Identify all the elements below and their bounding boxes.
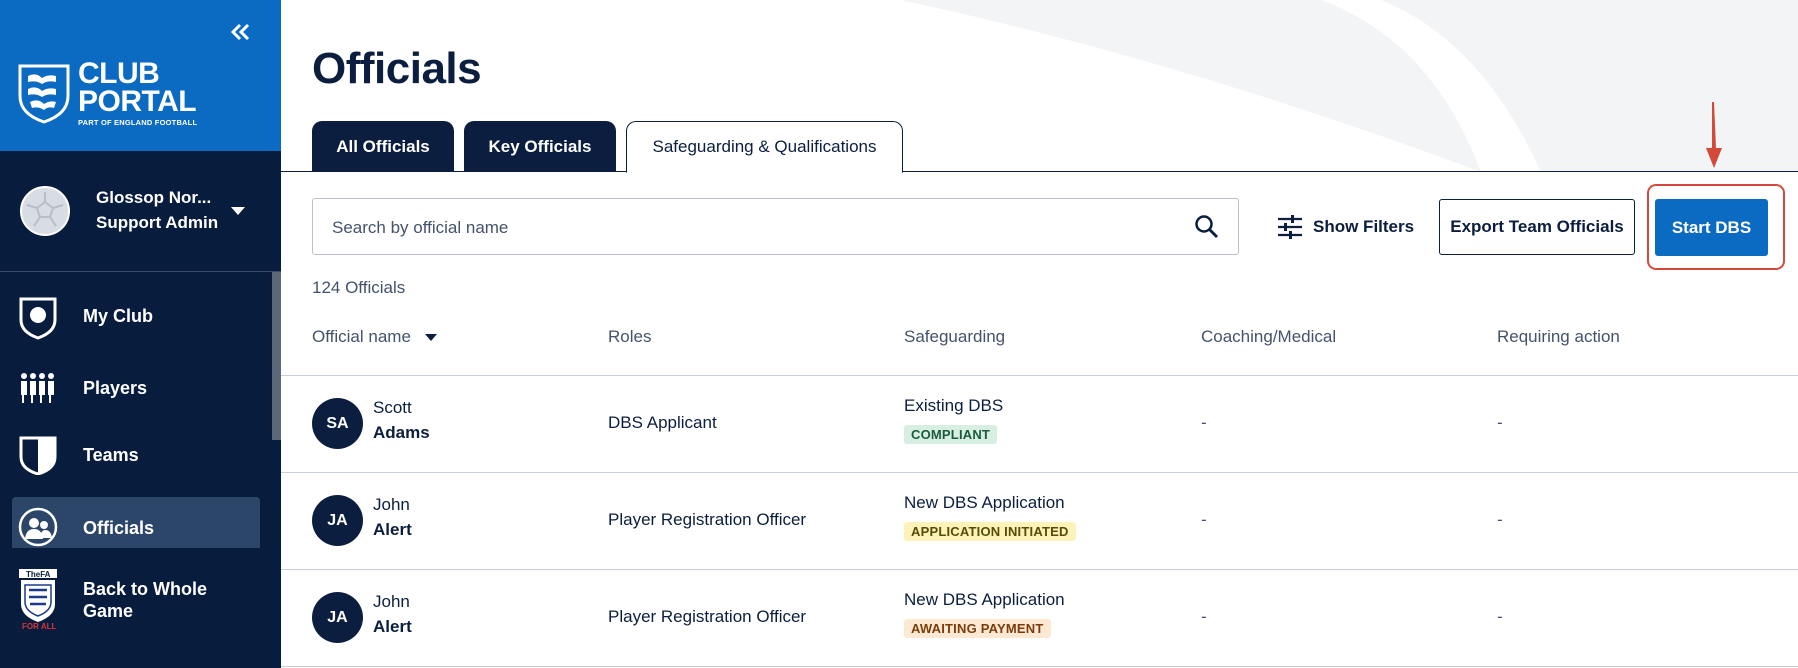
- football-icon: [26, 192, 64, 227]
- crest-for-all-text: FOR ALL: [22, 622, 57, 631]
- sidebar-divider: [0, 271, 281, 272]
- coaching-medical-value: -: [1201, 607, 1207, 626]
- avatar: JA: [312, 495, 363, 546]
- start-dbs-button[interactable]: Start DBS: [1655, 199, 1768, 256]
- annotation-arrow-icon: [1706, 102, 1722, 168]
- tab-safeguarding-qualifications[interactable]: Safeguarding & Qualifications: [626, 121, 903, 173]
- safeguarding-status: New DBS Application: [904, 493, 1065, 512]
- players-icon: [18, 368, 58, 410]
- official-role: Player Registration Officer: [608, 510, 807, 529]
- table-row[interactable]: JA John Alert Player Registration Office…: [281, 473, 1798, 569]
- column-header-official-name[interactable]: Official name: [312, 327, 437, 347]
- row-divider: [281, 666, 1798, 667]
- teams-shield-icon: [18, 435, 58, 477]
- chevron-down-icon[interactable]: [231, 207, 245, 215]
- avatar: SA: [312, 398, 363, 449]
- tabs-divider: [281, 171, 1798, 172]
- logo-tagline: PART OF ENGLAND FOOTBALL: [78, 118, 198, 127]
- label-line-2: Game: [83, 601, 134, 621]
- search-icon[interactable]: [1194, 214, 1220, 240]
- profile-role: Support Admin: [96, 213, 219, 232]
- page-title: Officials: [312, 44, 482, 93]
- avatar: JA: [312, 592, 363, 643]
- sidebar-item-players[interactable]: Players: [12, 358, 260, 418]
- coaching-medical-value: -: [1201, 413, 1207, 432]
- sidebar-item-back-to-whole-game[interactable]: TheFA FOR ALL Back to Whole Game: [12, 548, 260, 638]
- club-avatar: [20, 186, 70, 236]
- club-portal-logo[interactable]: CLUB PORTAL PART OF ENGLAND FOOTBALL: [16, 57, 198, 130]
- sidebar-item-label: Back to Whole Game: [83, 578, 207, 622]
- sidebar-item-label: Teams: [83, 445, 139, 465]
- official-first-name: Scott: [373, 398, 412, 417]
- sidebar-scrollbar[interactable]: [272, 272, 281, 440]
- column-header-roles: Roles: [608, 327, 652, 346]
- requiring-action-value: -: [1497, 510, 1503, 529]
- tab-key-officials[interactable]: Key Officials: [464, 121, 616, 172]
- crest-fa-text: TheFA: [26, 570, 51, 579]
- main-content: Officials All Officials Key Officials Sa…: [281, 0, 1798, 668]
- sidebar-item-label: Players: [83, 378, 148, 398]
- status-badge: AWAITING PAYMENT: [904, 619, 1051, 638]
- export-team-officials-button[interactable]: Export Team Officials: [1439, 199, 1635, 255]
- club-shield-icon: [18, 296, 58, 340]
- requiring-action-value: -: [1497, 607, 1503, 626]
- search-input[interactable]: Search by official name: [312, 198, 1239, 255]
- sidebar-item-label: Officials: [83, 518, 155, 538]
- official-last-name: Alert: [373, 520, 412, 539]
- status-badge: APPLICATION INITIATED: [904, 522, 1076, 541]
- fa-crest-icon: TheFA FOR ALL: [18, 568, 58, 631]
- filter-sliders-icon: [1278, 215, 1302, 239]
- tab-all-officials[interactable]: All Officials: [312, 121, 454, 172]
- collapse-sidebar-icon[interactable]: [226, 18, 256, 48]
- officials-count: 124 Officials: [312, 278, 406, 297]
- column-header-label: Official name: [312, 327, 411, 346]
- profile-switcher[interactable]: Glossop Nor... Support Admin: [0, 151, 281, 271]
- official-role: DBS Applicant: [608, 413, 717, 432]
- sort-caret-icon[interactable]: [424, 334, 437, 342]
- official-first-name: John: [373, 495, 410, 514]
- column-header-coaching-medical: Coaching/Medical: [1201, 327, 1337, 346]
- sidebar-item-teams[interactable]: Teams: [12, 425, 260, 485]
- safeguarding-status: Existing DBS: [904, 396, 1004, 415]
- official-last-name: Adams: [373, 423, 430, 442]
- officials-icon: [18, 507, 58, 549]
- status-badge: COMPLIANT: [904, 425, 998, 444]
- sidebar-header: CLUB PORTAL PART OF ENGLAND FOOTBALL: [0, 0, 281, 151]
- show-filters-button[interactable]: Show Filters: [1277, 213, 1414, 241]
- table-row[interactable]: JA John Alert Player Registration Office…: [281, 570, 1798, 666]
- official-role: Player Registration Officer: [608, 607, 807, 626]
- sidebar-item-label: My Club: [83, 306, 153, 326]
- logo-text: CLUB PORTAL: [78, 57, 197, 118]
- column-header-requiring-action: Requiring action: [1497, 327, 1620, 346]
- show-filters-label: Show Filters: [1313, 217, 1415, 236]
- sidebar-item-my-club[interactable]: My Club: [12, 286, 260, 346]
- official-first-name: John: [373, 592, 410, 611]
- column-header-safeguarding: Safeguarding: [904, 327, 1006, 346]
- coaching-medical-value: -: [1201, 510, 1207, 529]
- requiring-action-value: -: [1497, 413, 1503, 432]
- search-placeholder: Search by official name: [332, 218, 509, 237]
- sidebar: CLUB PORTAL PART OF ENGLAND FOOTBALL Glo…: [0, 0, 281, 668]
- label-line-1: Back to Whole: [83, 579, 208, 599]
- table-row[interactable]: SA Scott Adams DBS Applicant Existing DB…: [281, 376, 1798, 472]
- official-last-name: Alert: [373, 617, 412, 636]
- three-lions-icon: [18, 64, 70, 124]
- profile-club-name: Glossop Nor...: [96, 188, 212, 207]
- safeguarding-status: New DBS Application: [904, 590, 1065, 609]
